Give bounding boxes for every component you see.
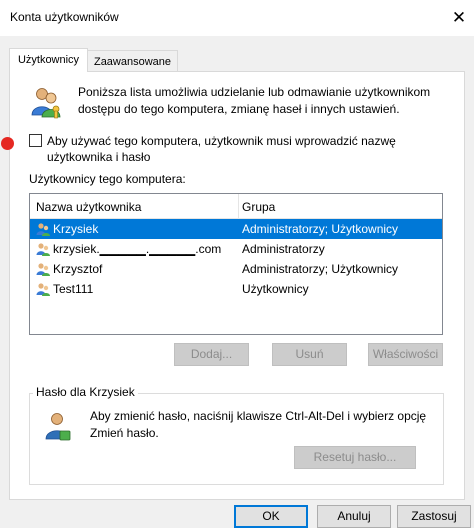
user-icon — [36, 243, 50, 256]
ok-button[interactable]: OK — [234, 505, 308, 528]
users-list[interactable]: Nazwa użytkownika Grupa Krzysiek Adminis… — [29, 193, 443, 335]
user-name: krzysiek.▁▁▁▁▁.▁▁▁▁▁.com — [53, 242, 222, 256]
user-name: Test111 — [53, 282, 94, 296]
close-button[interactable]: ✕ — [444, 0, 474, 36]
password-group-title: Hasło dla Krzysiek — [33, 385, 138, 399]
apply-button[interactable]: Zastosuj — [397, 505, 471, 528]
user-password-icon — [45, 413, 71, 441]
users-keys-icon — [31, 88, 61, 119]
list-header: Nazwa użytkownika Grupa — [30, 194, 442, 219]
column-divider[interactable] — [238, 194, 239, 218]
require-login-label: Aby używać tego komputera, użytkownik mu… — [47, 134, 396, 164]
table-row[interactable]: Krzysztof Administratorzy; Użytkownicy — [30, 259, 442, 279]
require-login-checkbox[interactable] — [29, 134, 42, 147]
column-header-username[interactable]: Nazwa użytkownika — [36, 200, 141, 214]
tab-users[interactable]: Użytkownicy — [9, 48, 88, 72]
window-title: Konta użytkowników — [10, 10, 119, 24]
remove-user-button[interactable]: Usuń — [272, 343, 347, 366]
user-group: Użytkownicy — [242, 282, 309, 296]
intro-text: Poniższa lista umożliwia udzielanie lub … — [78, 85, 431, 116]
title-bar: Konta użytkowników ✕ — [0, 0, 474, 36]
user-name: Krzysiek — [53, 222, 99, 236]
properties-button[interactable]: Właściwości — [368, 343, 443, 366]
reset-password-button[interactable]: Resetuj hasło... — [294, 446, 416, 469]
table-row[interactable]: krzysiek.▁▁▁▁▁.▁▁▁▁▁.com Administratorzy — [30, 239, 442, 259]
user-icon — [36, 283, 50, 296]
table-row[interactable]: Test111 Użytkownicy — [30, 279, 442, 299]
add-user-button[interactable]: Dodaj... — [174, 343, 249, 366]
user-group: Administratorzy; Użytkownicy — [242, 222, 399, 236]
user-group: Administratorzy; Użytkownicy — [242, 262, 399, 276]
table-row[interactable]: Krzysiek Administratorzy; Użytkownicy — [30, 219, 442, 239]
column-header-group[interactable]: Grupa — [242, 200, 275, 214]
user-icon — [36, 263, 50, 276]
require-login-checkbox-row[interactable]: Aby używać tego komputera, użytkownik mu… — [29, 133, 459, 165]
user-group: Administratorzy — [242, 242, 325, 256]
password-instructions: Aby zmienić hasło, naciśnij klawisze Ctr… — [90, 409, 427, 440]
annotation-marker — [1, 137, 14, 150]
close-icon: ✕ — [451, 8, 467, 27]
cancel-button[interactable]: Anuluj — [317, 505, 391, 528]
user-icon — [36, 223, 50, 236]
tab-advanced[interactable]: Zaawansowane — [88, 50, 178, 72]
user-name: Krzysztof — [53, 262, 103, 276]
users-section-label: Użytkownicy tego komputera: — [29, 172, 186, 186]
